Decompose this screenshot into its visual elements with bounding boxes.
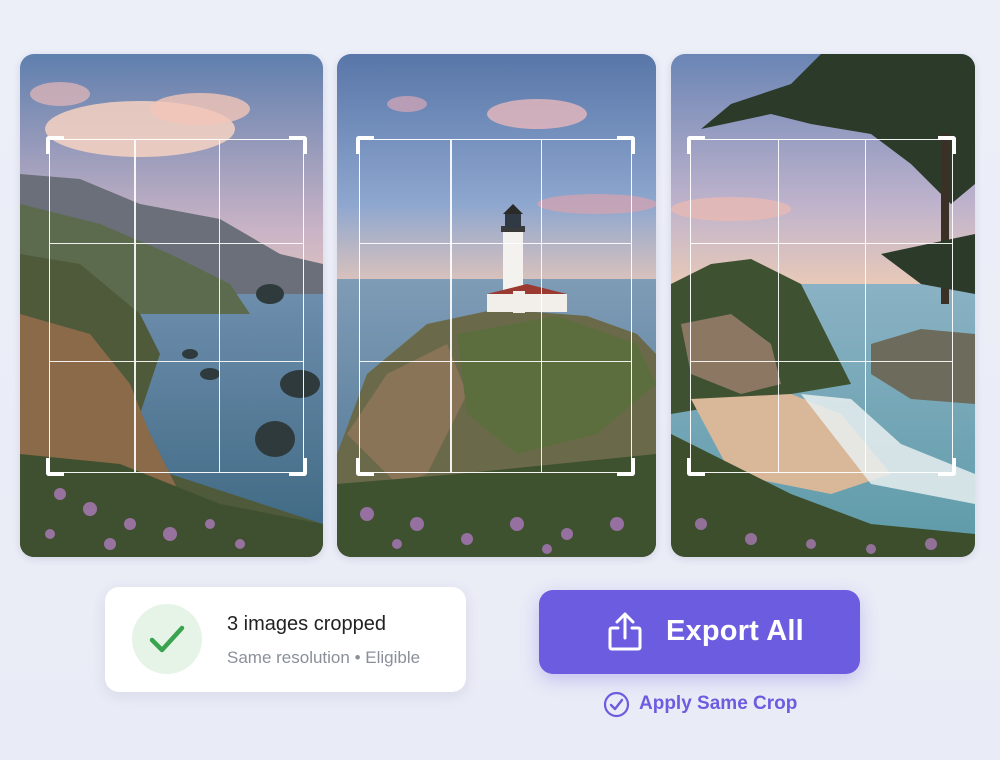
image-card-3[interactable] <box>671 54 975 557</box>
image-card-1[interactable] <box>20 54 323 557</box>
image-card-2[interactable] <box>337 54 656 557</box>
crop-handle-bottom-right[interactable] <box>289 458 307 476</box>
crop-overlay[interactable] <box>356 136 635 476</box>
crop-handle-top-left[interactable] <box>46 136 64 154</box>
share-upload-icon <box>608 612 642 651</box>
crop-handle-top-right[interactable] <box>289 136 307 154</box>
crop-status-card: 3 images cropped Same resolution • Eligi… <box>105 587 466 692</box>
crop-handle-top-left[interactable] <box>356 136 374 154</box>
crop-handle-bottom-left[interactable] <box>687 458 705 476</box>
crop-grid-line <box>360 360 631 362</box>
crop-grid-line <box>691 242 952 245</box>
crop-grid-line <box>134 140 136 472</box>
export-all-button[interactable]: Export All <box>539 590 860 674</box>
crop-handle-bottom-right[interactable] <box>617 458 635 476</box>
crop-handle-bottom-right[interactable] <box>938 458 956 476</box>
crop-overlay[interactable] <box>46 136 307 476</box>
crop-grid-line <box>50 242 303 245</box>
crop-grid-line <box>50 360 303 362</box>
crop-handle-top-left[interactable] <box>687 136 705 154</box>
status-subtitle: Same resolution • Eligible <box>227 648 421 667</box>
crop-overlay[interactable] <box>687 136 956 476</box>
crop-handle-top-right[interactable] <box>938 136 956 154</box>
crop-handle-bottom-left[interactable] <box>46 458 64 476</box>
crop-grid-line <box>864 140 867 472</box>
check-icon <box>149 625 185 653</box>
crop-grid-line <box>218 140 220 472</box>
crop-handle-bottom-left[interactable] <box>356 458 374 476</box>
status-badge <box>132 604 202 674</box>
status-title: 3 images cropped <box>227 613 386 635</box>
crop-grid-line <box>450 140 452 472</box>
apply-same-crop-label: Apply Same Crop <box>639 693 798 714</box>
export-all-label: Export All <box>666 615 804 647</box>
crop-grid-line <box>777 140 780 472</box>
check-circle-icon <box>603 691 630 717</box>
crop-grid-line <box>360 242 631 245</box>
crop-handle-top-right[interactable] <box>617 136 635 154</box>
crop-grid-line <box>691 360 952 362</box>
apply-same-crop-link[interactable]: Apply Same Crop <box>603 690 797 718</box>
crop-grid-line <box>540 140 542 472</box>
